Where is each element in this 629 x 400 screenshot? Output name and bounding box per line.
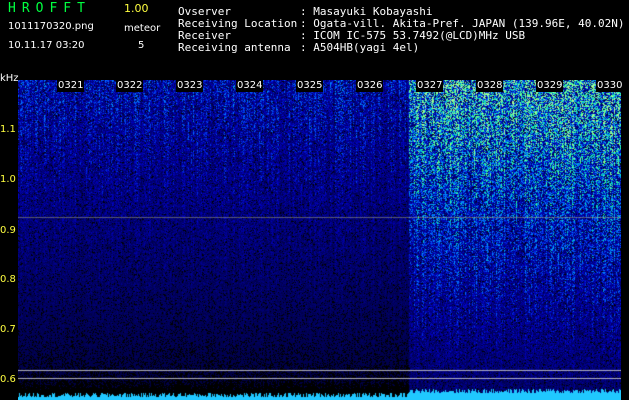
freq-tick-label: 0.6 (0, 374, 16, 385)
location-value: : Ogata-vill. Akita-Pref. JAPAN (139.96E… (300, 17, 625, 30)
freq-tick-label: 0.8 (0, 274, 16, 285)
location-key: Receiving Location (178, 17, 298, 30)
time-tick-label: 0326 (356, 80, 384, 92)
time-tick-label: 0321 (57, 80, 85, 92)
app-name: HROFFT (8, 1, 91, 16)
time-tick-label: 0325 (296, 80, 324, 92)
time-tick-label: 0328 (476, 80, 504, 92)
receiver-key: Receiver (178, 29, 231, 42)
time-tick-label: 0324 (236, 80, 264, 92)
antenna-key: Receiving antenna (178, 41, 291, 54)
time-tick-label: 0330 (596, 80, 624, 92)
observer-value: : Masayuki Kobayashi (300, 5, 433, 18)
antenna-value: : A504HB(yagi 4el) (300, 41, 420, 54)
freq-tick-label: 0.7 (0, 324, 16, 335)
app-version: 1.00 (124, 2, 149, 15)
file-datetime: 10.11.17 03:20 (8, 40, 85, 51)
file-name: 1011170320.png (8, 21, 94, 32)
header-panel: HROFFT 1.00 1011170320.png meteor 10.11.… (0, 0, 629, 78)
receiver-value: : ICOM IC-575 53.7492(@LCD)MHz USB (300, 29, 526, 42)
time-tick-label: 0323 (176, 80, 204, 92)
meteor-count: 5 (138, 40, 145, 51)
time-tick-label: 0327 (416, 80, 444, 92)
time-tick-label: 0322 (116, 80, 144, 92)
spectrogram-canvas (18, 80, 621, 400)
frequency-unit-label: kHz (0, 73, 19, 84)
freq-tick-label: 1.0 (0, 174, 16, 185)
freq-tick-label: 1.1 (0, 124, 16, 135)
freq-tick-label: 0.9 (0, 225, 16, 236)
time-tick-label: 0329 (536, 80, 564, 92)
meteor-label: meteor (124, 23, 161, 34)
observer-key: Ovserver (178, 5, 231, 18)
